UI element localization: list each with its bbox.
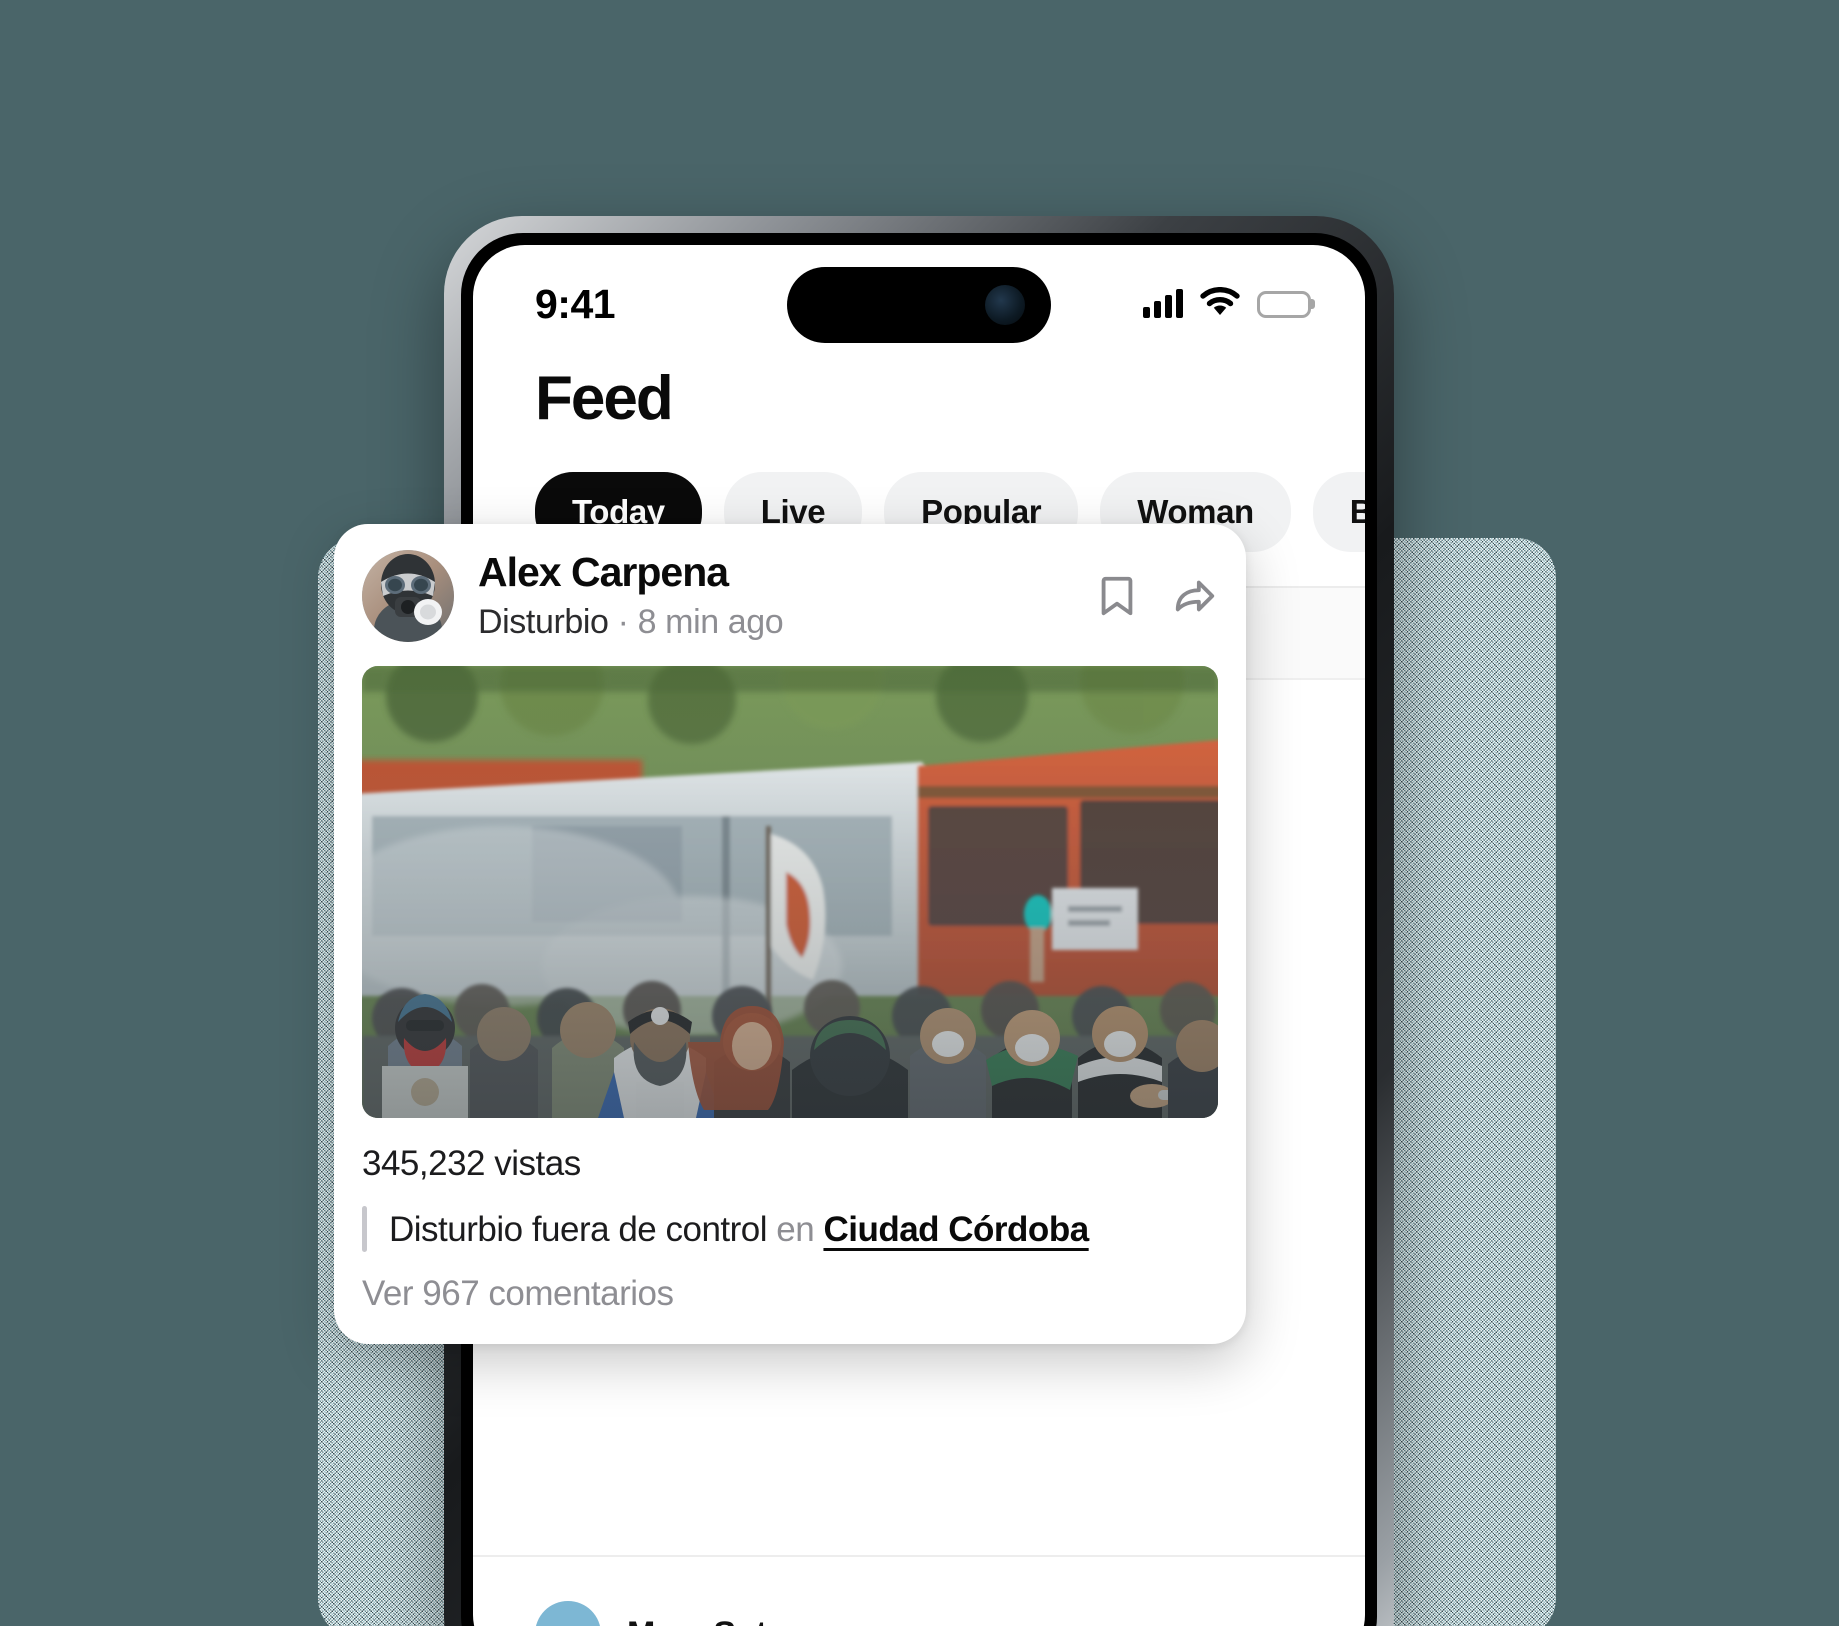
post-view-count: 345,232 vistas [362,1144,581,1183]
battery-icon [1257,290,1311,318]
post-timestamp: 8 min ago [637,602,784,641]
avatar [535,1601,601,1626]
post-channel-name[interactable]: Disturbio [478,603,609,641]
caption-accent-bar [362,1206,367,1252]
post-media-image[interactable] [362,666,1218,1118]
status-bar-time: 9:41 [535,280,616,327]
post-actions [1094,573,1218,619]
post-subtitle: Disturbio · 8 min ago [478,603,1070,642]
face-id-sensor-icon [985,285,1025,325]
caption-headline: Disturbio fuera de control [389,1210,768,1249]
page-title: Feed [535,364,674,433]
post-author-name[interactable]: Alex Carpena [478,550,1070,595]
caption-text: Disturbio fuera de control en Ciudad Cór… [389,1206,1089,1252]
view-comments-link[interactable]: Ver 967 comentarios [362,1274,1218,1314]
next-post-author-name: Mara Soto [627,1615,787,1626]
caption-place-link[interactable]: Ciudad Córdoba [823,1210,1089,1249]
post-header: Alex Carpena Disturbio · 8 min ago [362,550,1218,642]
dynamic-island [787,267,1051,343]
status-bar: 9:41 [473,245,1365,343]
cellular-signal-icon [1143,289,1183,318]
tab-bookmarks[interactable]: Bookmarks [1312,472,1365,552]
caption-connector: en [776,1210,815,1249]
next-post-preview[interactable]: Mara Soto [473,1555,1365,1626]
post-author-meta: Alex Carpena Disturbio · 8 min ago [478,550,1070,641]
avatar[interactable] [362,550,454,642]
post-separator: · [617,602,629,641]
post-card: Alex Carpena Disturbio · 8 min ago 345,2… [334,524,1246,1344]
post-caption: Disturbio fuera de control en Ciudad Cór… [362,1206,1218,1252]
share-icon[interactable] [1172,573,1218,619]
bookmark-icon[interactable] [1094,573,1140,619]
wifi-icon [1200,286,1240,322]
status-bar-icons [1143,286,1311,322]
